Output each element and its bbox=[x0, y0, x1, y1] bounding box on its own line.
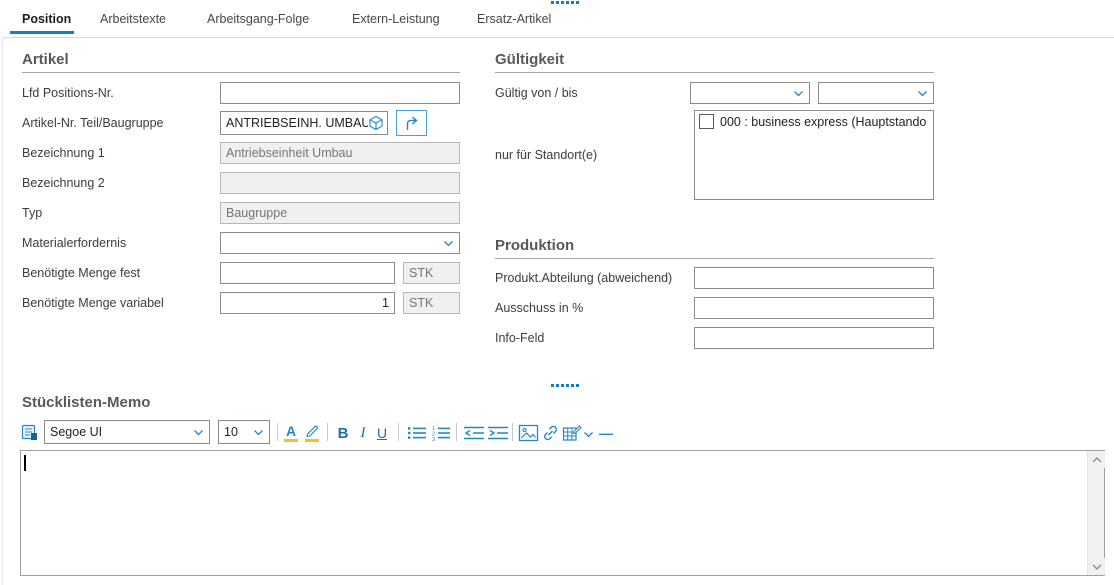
tab-position[interactable]: Position bbox=[22, 12, 71, 26]
bullet-list-button[interactable] bbox=[406, 424, 427, 442]
label-artikel-nr: Artikel-Nr. Teil/Baugruppe bbox=[22, 116, 164, 131]
section-title-memo: Stücklisten-Memo bbox=[22, 394, 150, 411]
standort-checkbox[interactable] bbox=[699, 114, 714, 129]
toolbar-separator bbox=[512, 423, 513, 441]
insert-link-button[interactable] bbox=[540, 424, 560, 442]
goto-arrow-icon bbox=[403, 115, 420, 132]
chevron-down-icon bbox=[917, 90, 928, 97]
scroll-down-button[interactable] bbox=[1088, 558, 1105, 575]
bom-position-form: Position Arbeitstexte Arbeitsgang-Folge … bbox=[0, 0, 1114, 585]
insert-image-button[interactable] bbox=[517, 423, 539, 443]
unit-menge-variabel: STK bbox=[403, 292, 460, 314]
input-menge-variabel[interactable]: 1 bbox=[220, 292, 395, 314]
tab-arbeitstexte[interactable]: Arbeitstexte bbox=[100, 12, 166, 26]
active-tab-indicator bbox=[10, 31, 74, 34]
label-ausschuss: Ausschuss in % bbox=[495, 301, 583, 316]
memo-editor[interactable] bbox=[20, 450, 1105, 576]
section-line-artikel bbox=[22, 72, 460, 73]
font-family-select[interactable]: Segoe UI bbox=[44, 420, 210, 444]
input-produkt-abteilung[interactable] bbox=[694, 267, 934, 289]
highlight-button[interactable] bbox=[303, 422, 321, 444]
standort-list-item[interactable]: 000 : business express (Hauptstando bbox=[695, 111, 933, 132]
label-lfd-positions-nr: Lfd Positions-Nr. bbox=[22, 86, 114, 101]
input-bezeichnung-1: Antriebseinheit Umbau bbox=[220, 142, 460, 164]
dropdown-gueltig-bis[interactable] bbox=[818, 82, 934, 104]
font-family-value: Segoe UI bbox=[50, 425, 102, 439]
label-gueltig-von-bis: Gültig von / bis bbox=[495, 86, 578, 101]
svg-text:3: 3 bbox=[432, 437, 435, 441]
outdent-button[interactable] bbox=[462, 424, 485, 442]
input-menge-fest[interactable] bbox=[220, 262, 395, 284]
input-ausschuss[interactable] bbox=[694, 297, 934, 319]
bold-button[interactable]: B bbox=[334, 423, 352, 443]
label-produkt-abteilung: Produkt.Abteilung (abweichend) bbox=[495, 271, 672, 286]
label-typ: Typ bbox=[22, 206, 42, 221]
chevron-down-icon bbox=[253, 429, 264, 436]
label-info-feld: Info-Feld bbox=[495, 331, 544, 346]
toolbar-separator bbox=[398, 423, 399, 441]
label-materialerfordernis: Materialerfordernis bbox=[22, 236, 126, 251]
chevron-down-icon bbox=[443, 240, 454, 247]
label-nur-fuer-standorte: nur für Standort(e) bbox=[495, 148, 597, 163]
toolbar-separator bbox=[277, 423, 278, 441]
input-info-feld[interactable] bbox=[694, 327, 934, 349]
font-size-value: 10 bbox=[224, 425, 238, 439]
section-line-produktion bbox=[495, 258, 934, 259]
label-menge-fest: Benötigte Menge fest bbox=[22, 266, 140, 281]
chevron-down-icon bbox=[793, 90, 804, 97]
tabstrip-divider bbox=[2, 37, 1114, 38]
label-menge-variabel: Benötigte Menge variabel bbox=[22, 296, 164, 311]
tab-extern-leistung[interactable]: Extern-Leistung bbox=[352, 12, 440, 26]
font-color-button[interactable]: A bbox=[282, 422, 300, 444]
artikel-nr-value: ANTRIEBSEINH. UMBAU bbox=[226, 116, 368, 130]
section-title-artikel: Artikel bbox=[22, 51, 69, 68]
memo-scrollbar[interactable] bbox=[1087, 451, 1104, 575]
text-caret bbox=[24, 455, 26, 471]
underline-icon: U bbox=[377, 426, 387, 441]
input-bezeichnung-2 bbox=[220, 172, 460, 194]
toolbar-separator bbox=[456, 423, 457, 441]
numbered-list-button[interactable]: 1 2 3 bbox=[430, 424, 451, 442]
tab-ersatz-artikel[interactable]: Ersatz-Artikel bbox=[477, 12, 551, 26]
section-line-gueltigkeit bbox=[495, 72, 934, 73]
dropdown-gueltig-von[interactable] bbox=[690, 82, 810, 104]
indent-button[interactable] bbox=[486, 424, 509, 442]
section-title-produktion: Produktion bbox=[495, 237, 574, 254]
label-bezeichnung-2: Bezeichnung 2 bbox=[22, 176, 105, 191]
horizontal-rule-button[interactable]: — bbox=[596, 424, 616, 442]
highlight-pencil-icon bbox=[305, 424, 320, 438]
standort-label: 000 : business express (Hauptstando bbox=[720, 115, 926, 129]
underline-button[interactable]: U bbox=[374, 423, 390, 443]
chevron-down-icon bbox=[193, 429, 204, 436]
toolbar-separator bbox=[327, 423, 328, 441]
italic-icon: I bbox=[361, 426, 366, 441]
bold-icon: B bbox=[338, 426, 349, 441]
input-lfd-positions-nr[interactable] bbox=[220, 82, 460, 104]
italic-button[interactable]: I bbox=[356, 423, 370, 443]
unit-menge-fest: STK bbox=[403, 262, 460, 284]
label-bezeichnung-1: Bezeichnung 1 bbox=[22, 146, 105, 161]
highlight-swatch bbox=[305, 439, 319, 442]
font-color-icon: A bbox=[286, 424, 296, 438]
input-artikel-nr[interactable]: ANTRIEBSEINH. UMBAU bbox=[220, 111, 388, 135]
dropdown-materialerfordernis[interactable] bbox=[220, 232, 460, 254]
text-module-icon[interactable] bbox=[18, 421, 40, 443]
top-splitter-handle[interactable] bbox=[551, 1, 579, 4]
input-typ: Baugruppe bbox=[220, 202, 460, 224]
goto-artikel-button[interactable] bbox=[396, 110, 427, 136]
tab-arbeitsgang-folge[interactable]: Arbeitsgang-Folge bbox=[207, 12, 309, 26]
horizontal-rule-icon: — bbox=[599, 426, 613, 440]
memo-splitter-handle[interactable] bbox=[551, 384, 579, 387]
table-menu-chevron-icon[interactable] bbox=[582, 430, 594, 438]
font-color-swatch bbox=[284, 439, 298, 442]
font-size-select[interactable]: 10 bbox=[218, 420, 270, 444]
panel-left-border bbox=[2, 37, 3, 585]
section-title-gueltigkeit: Gültigkeit bbox=[495, 51, 564, 68]
scroll-up-button[interactable] bbox=[1088, 451, 1105, 468]
insert-table-button[interactable] bbox=[561, 423, 582, 443]
standorte-listbox[interactable]: 000 : business express (Hauptstando bbox=[694, 110, 934, 200]
cube-icon[interactable] bbox=[368, 115, 384, 131]
